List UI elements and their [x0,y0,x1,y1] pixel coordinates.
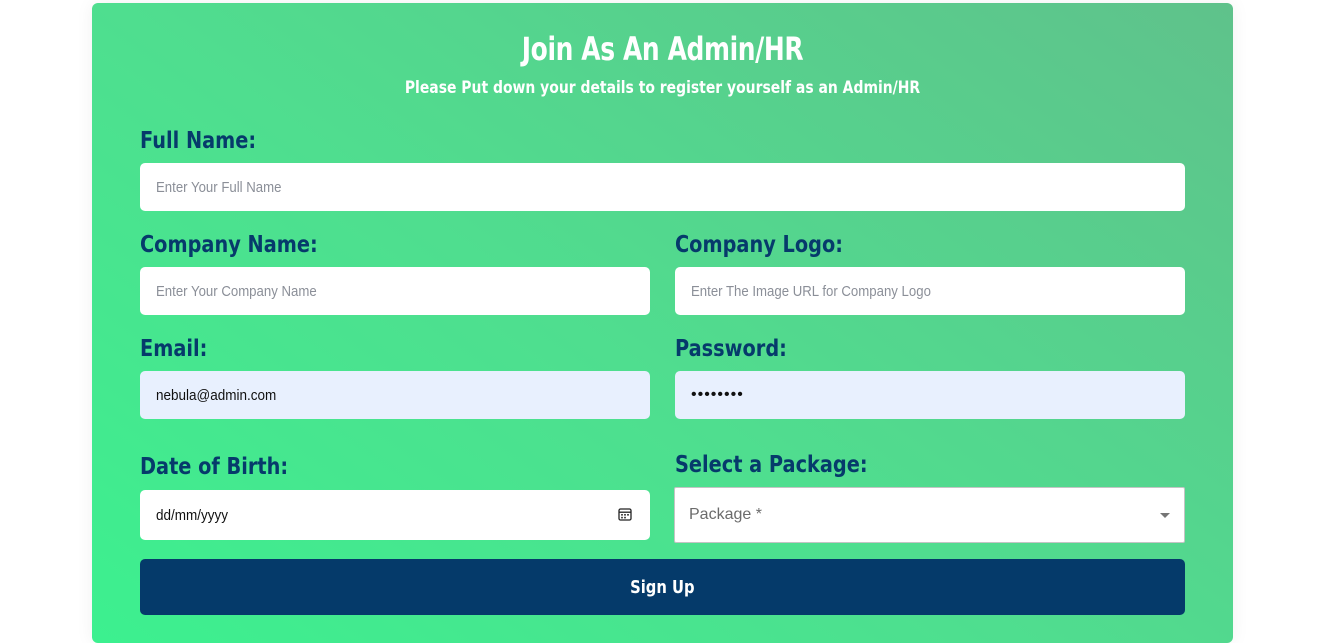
password-label: Password: [675,336,787,362]
full-name-input[interactable]: Enter Your Full Name [140,163,1185,211]
package-label: Select a Package: [675,452,868,478]
company-name-placeholder: Enter Your Company Name [156,282,317,300]
date-of-birth-label: Date of Birth: [140,454,289,480]
company-name-input[interactable]: Enter Your Company Name [140,267,650,315]
full-name-placeholder: Enter Your Full Name [156,178,282,196]
sign-up-label: Sign Up [630,576,695,598]
package-placeholder: Package * [689,506,762,523]
page-subtitle: Please Put down your details to register… [404,78,921,98]
email-label: Email: [140,336,208,362]
company-logo-placeholder: Enter The Image URL for Company Logo [691,282,931,300]
password-input[interactable]: •••••••• [675,371,1185,419]
date-of-birth-placeholder: dd/mm/yyyy [156,506,229,524]
page-title: Join As An Admin/HR [521,30,804,68]
company-name-label: Company Name: [140,232,318,258]
company-logo-label: Company Logo: [675,232,843,258]
package-select[interactable]: Package * [674,487,1185,543]
email-input[interactable]: nebula@admin.com [140,371,650,419]
calendar-icon[interactable] [618,507,632,521]
sign-up-button[interactable]: Sign Up [140,559,1185,615]
date-of-birth-input[interactable]: dd/mm/yyyy [140,490,650,540]
caret-down-icon [1160,513,1170,518]
signup-card: Join As An Admin/HR Please Put down your… [92,3,1233,643]
password-value: •••••••• [691,386,744,403]
full-name-label: Full Name: [140,128,257,154]
email-value: nebula@admin.com [156,386,277,404]
company-logo-input[interactable]: Enter The Image URL for Company Logo [675,267,1185,315]
